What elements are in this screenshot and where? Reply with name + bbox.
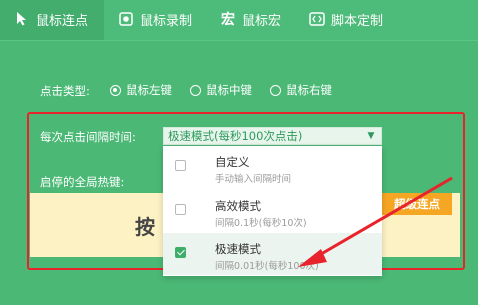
annotation-arrow-icon bbox=[298, 176, 453, 267]
